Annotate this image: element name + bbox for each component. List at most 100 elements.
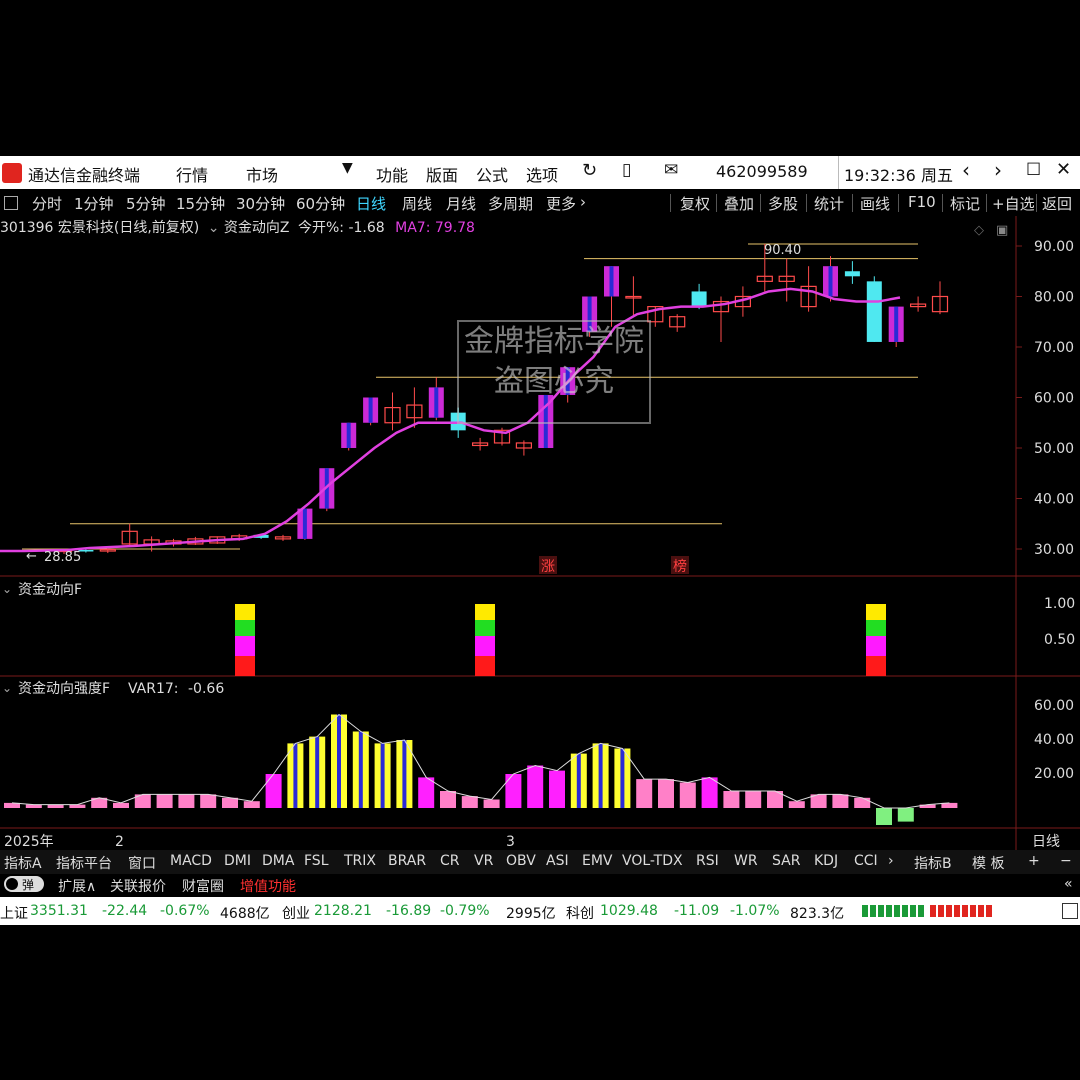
period-30min[interactable]: 30分钟 (236, 193, 285, 214)
market-breadth-icon[interactable] (862, 905, 924, 917)
index-sh-change: -22.44 (102, 903, 148, 919)
maximize-icon[interactable]: ☐ (1026, 160, 1041, 180)
ext-zengzhi-gongneng[interactable]: 增值功能 (240, 876, 296, 896)
tab-zhibiao-b[interactable]: 指标B (914, 853, 952, 873)
tab-vol-tdx[interactable]: VOL-TDX (622, 853, 683, 869)
panel-f-chevron-icon[interactable]: ⌄ (2, 582, 12, 596)
tab-zhibiao-a[interactable]: 指标A (4, 853, 42, 873)
market-breadth-icon-2[interactable] (930, 905, 992, 917)
panel-layout-icon[interactable]: ▣ (996, 223, 1008, 238)
strength-stripe-14 (315, 736, 320, 808)
status-settings-icon[interactable] (1062, 903, 1078, 919)
add-tab-icon[interactable]: + (1028, 853, 1040, 869)
period-15min[interactable]: 15分钟 (176, 193, 225, 214)
period-square-icon[interactable] (4, 196, 18, 210)
candle-stripe-14 (368, 397, 373, 423)
close-icon[interactable]: ✕ (1056, 159, 1071, 180)
menu-gongshi[interactable]: 公式 (476, 162, 508, 186)
tab-fsl[interactable]: FSL (304, 853, 329, 869)
tab-more-chevron-icon[interactable]: › (888, 853, 894, 869)
refresh-icon[interactable]: ↻ (582, 160, 597, 181)
tab-asi[interactable]: ASI (546, 853, 569, 869)
tool-huaxian[interactable]: 画线 (860, 193, 890, 214)
tab-brar[interactable]: BRAR (388, 853, 426, 869)
menu-gongneng[interactable]: 功能 (376, 162, 408, 186)
y-axis-ticks: 90.00 80.00 70.00 60.00 50.00 40.00 30.00 (1016, 239, 1074, 558)
strength-bar-20 (440, 791, 456, 808)
tab-cci[interactable]: CCI (854, 853, 878, 869)
index-sh-name[interactable]: 上证 (0, 903, 28, 923)
indicator-chevron-icon[interactable]: ⌄ (208, 220, 220, 236)
panel-strength-chevron-icon[interactable]: ⌄ (2, 681, 12, 695)
chevron-right-icon[interactable]: › (580, 193, 586, 211)
period-monthly[interactable]: 月线 (446, 193, 476, 214)
tab-vr[interactable]: VR (474, 853, 493, 869)
f-bar-0-2 (235, 620, 255, 636)
period-fenshi[interactable]: 分时 (32, 193, 62, 214)
ext-caifuquan[interactable]: 财富圈 (182, 876, 224, 896)
open-pct-value: -1.68 (348, 220, 385, 236)
tab-kdj[interactable]: KDJ (814, 853, 838, 869)
forward-arrow-icon[interactable]: › (994, 158, 1002, 182)
stock-name[interactable]: 301396 宏景科技(日线,前复权) (0, 220, 199, 236)
tab-obv[interactable]: OBV (506, 853, 536, 869)
indicator-name[interactable]: 资金动向Z (224, 220, 290, 236)
tool-duogu[interactable]: 多股 (768, 193, 798, 214)
axis-month-mar: 3 (506, 834, 515, 850)
tool-fanhui[interactable]: 返回 (1042, 193, 1072, 214)
tab-dma[interactable]: DMA (262, 853, 294, 869)
tab-moban[interactable]: 模 板 (972, 853, 1004, 873)
tab-macd[interactable]: MACD (170, 853, 212, 869)
menu-shichang[interactable]: 市场 (246, 162, 278, 186)
toggle-switch[interactable]: 弹 (4, 876, 44, 892)
strength-bar-24 (527, 765, 544, 808)
tab-chuangkou[interactable]: 窗口 (128, 853, 156, 873)
chevron-down-icon[interactable]: ▼ (342, 160, 353, 176)
period-more[interactable]: 更多 (546, 193, 576, 214)
phone-icon[interactable]: ▯ (622, 160, 631, 180)
tab-trix[interactable]: TRIX (344, 853, 376, 869)
tool-fuquan[interactable]: 复权 (680, 193, 710, 214)
tab-emv[interactable]: EMV (582, 853, 613, 869)
ma7-value: 79.78 (434, 220, 475, 236)
axis-period-label: 日线 (1032, 834, 1060, 850)
period-weekly[interactable]: 周线 (402, 193, 432, 214)
index-kc-name[interactable]: 科创 (566, 903, 594, 923)
tool-f10[interactable]: F10 (908, 193, 936, 211)
tab-cr[interactable]: CR (440, 853, 460, 869)
chart-area[interactable]: 90.00 80.00 70.00 60.00 50.00 40.00 30.00 90.4… (0, 216, 1080, 850)
tab-dmi[interactable]: DMI (224, 853, 251, 869)
app-logo-icon (2, 163, 22, 183)
menu-banmian[interactable]: 版面 (426, 162, 458, 186)
period-multi[interactable]: 多周期 (488, 193, 533, 214)
period-daily[interactable]: 日线 (356, 193, 386, 214)
tool-zixuan[interactable]: +自选 (992, 193, 1035, 214)
candle-stripe-17 (434, 387, 439, 418)
tab-zhibiao-pingtai[interactable]: 指标平台 (56, 853, 112, 873)
period-60min[interactable]: 60分钟 (296, 193, 345, 214)
tab-wr[interactable]: WR (734, 853, 758, 869)
ext-guanlian-baojia[interactable]: 关联报价 (110, 876, 166, 896)
tab-rsi[interactable]: RSI (696, 853, 719, 869)
remove-tab-icon[interactable]: − (1060, 853, 1072, 869)
stock-info-line: 301396 宏景科技(日线,前复权) ⌄ 资金动向Z 今开%: -1.68 M… (0, 217, 475, 239)
f-bar-2-3 (866, 604, 886, 620)
menu-xuanxiang[interactable]: 选项 (526, 162, 558, 186)
tool-biaoji[interactable]: 标记 (950, 193, 980, 214)
f-bar-0-1 (235, 636, 255, 656)
tool-diejia[interactable]: 叠加 (724, 193, 754, 214)
strength-bar-29 (636, 779, 653, 808)
strength-tick-20: 20.00 (1034, 766, 1074, 782)
message-icon[interactable]: ✉ (664, 160, 678, 180)
tab-sar[interactable]: SAR (772, 853, 800, 869)
back-arrow-icon[interactable]: ‹ (962, 158, 970, 182)
ext-kuozhan[interactable]: 扩展∧ (58, 876, 96, 896)
tool-tongji[interactable]: 统计 (814, 193, 844, 214)
price-tick-1: 80.00 (1034, 290, 1074, 306)
period-1min[interactable]: 1分钟 (74, 193, 114, 214)
menu-hangqing[interactable]: 行情 (176, 162, 208, 186)
period-5min[interactable]: 5分钟 (126, 193, 166, 214)
index-cy-name[interactable]: 创业 (282, 903, 310, 923)
collapse-icon[interactable]: « (1064, 876, 1073, 892)
diamond-toggle-icon[interactable]: ◇ (974, 223, 984, 238)
